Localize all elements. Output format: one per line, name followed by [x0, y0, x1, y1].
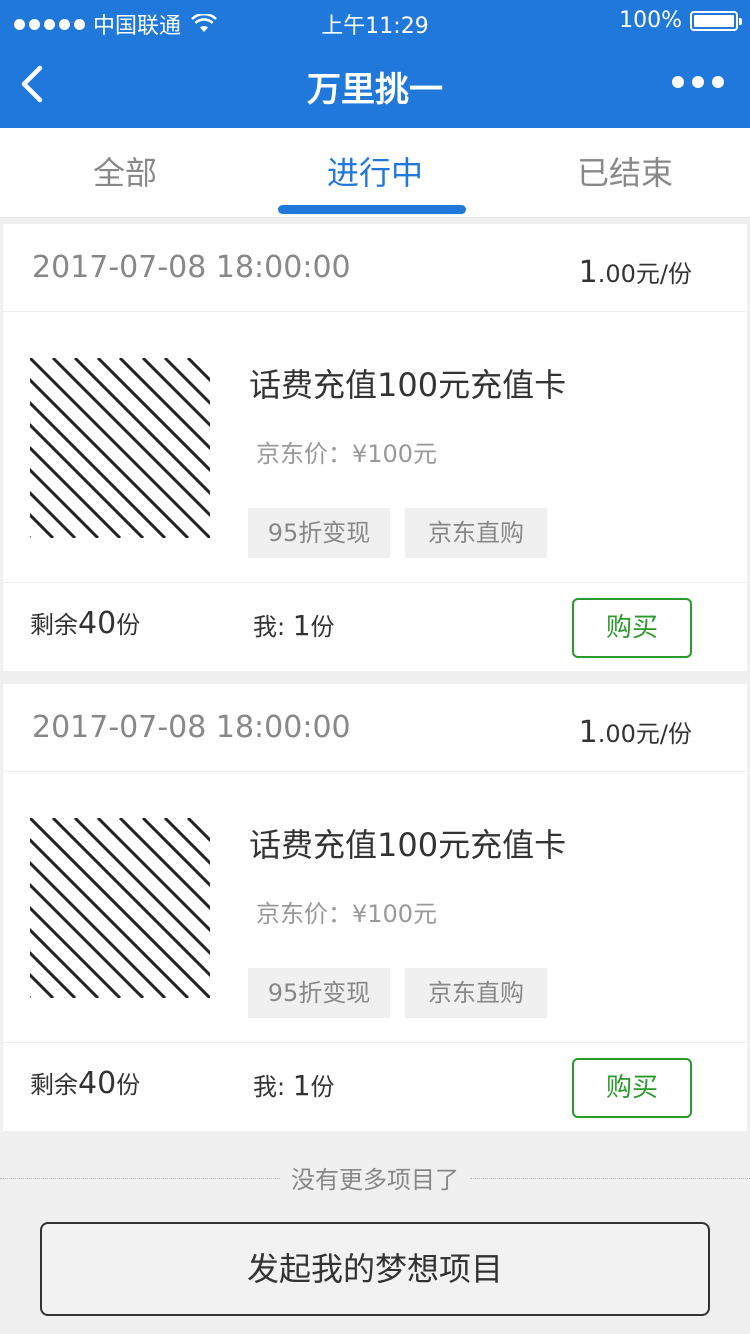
status-bar: 中国联通 上午11:29 100%: [0, 0, 750, 40]
tag-discount: 95折变现: [248, 508, 390, 558]
buy-button[interactable]: 购买: [572, 1058, 692, 1118]
divider-line-right: [470, 1178, 750, 1179]
tab-in-progress[interactable]: 进行中: [250, 148, 500, 194]
card-footer: 剩余40份 我: 1份 购买: [3, 582, 747, 672]
tag-direct-buy: 京东直购: [405, 508, 547, 558]
no-more-divider: 没有更多项目了: [0, 1160, 750, 1196]
my-count: 我: 1份: [253, 609, 335, 642]
product-image-placeholder-icon: [30, 818, 210, 998]
product-image-placeholder-icon: [30, 358, 210, 538]
project-card: 2017-07-08 18:00:00 1.00元/份 话费充值100元充值卡 …: [3, 224, 747, 671]
tag-direct-buy: 京东直购: [405, 968, 547, 1018]
battery-percent: 100%: [619, 8, 682, 33]
active-tab-indicator: [278, 205, 466, 214]
tab-ended[interactable]: 已结束: [500, 148, 750, 194]
battery-icon: [690, 10, 742, 31]
more-icon[interactable]: [672, 76, 724, 88]
card-price: 1.00元/份: [578, 255, 692, 290]
card-footer: 剩余40份 我: 1份 购买: [3, 1042, 747, 1132]
card-header: 2017-07-08 18:00:00 1.00元/份: [3, 224, 747, 312]
card-header: 2017-07-08 18:00:00 1.00元/份: [3, 684, 747, 772]
tab-all[interactable]: 全部: [0, 148, 250, 194]
card-date: 2017-07-08 18:00:00: [32, 710, 351, 745]
jd-price: 京东价：¥100元: [256, 440, 438, 468]
page-title: 万里挑一: [307, 70, 443, 110]
my-count: 我: 1份: [253, 1069, 335, 1102]
status-right: 100%: [619, 8, 742, 33]
card-date: 2017-07-08 18:00:00: [32, 250, 351, 285]
product-name: 话费充值100元充值卡: [249, 826, 567, 864]
tag-discount: 95折变现: [248, 968, 390, 1018]
remaining-count: 剩余40份: [30, 606, 141, 641]
nav-bar: 万里挑一: [0, 40, 750, 128]
launch-dream-project-button[interactable]: 发起我的梦想项目: [40, 1222, 710, 1316]
jd-price: 京东价：¥100元: [256, 900, 438, 928]
product-name: 话费充值100元充值卡: [249, 366, 567, 404]
card-price: 1.00元/份: [578, 715, 692, 750]
buy-button[interactable]: 购买: [572, 598, 692, 658]
tab-bar: 全部 进行中 已结束: [0, 128, 750, 218]
project-card: 2017-07-08 18:00:00 1.00元/份 话费充值100元充值卡 …: [3, 684, 747, 1131]
remaining-count: 剩余40份: [30, 1066, 141, 1101]
